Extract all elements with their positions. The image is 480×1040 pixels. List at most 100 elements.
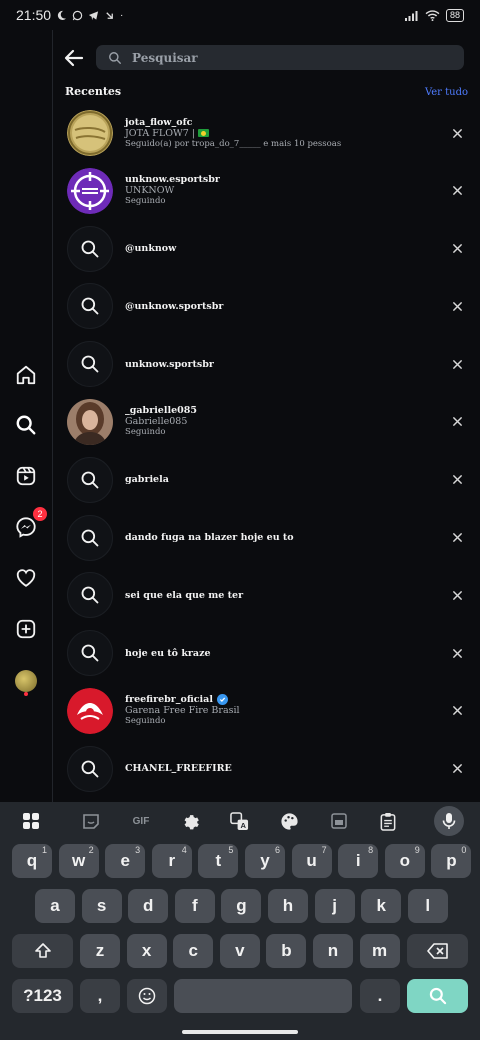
- one-hand-icon[interactable]: [328, 810, 350, 832]
- theme-palette-icon[interactable]: [278, 810, 300, 832]
- recent-account-row[interactable]: unknow.esportsbr UNKNOW Seguindo: [52, 163, 480, 221]
- remove-x-icon[interactable]: [450, 704, 464, 718]
- account-avatar[interactable]: [67, 167, 113, 214]
- gesture-home-bar[interactable]: [182, 1030, 298, 1034]
- recent-search-row[interactable]: @unknow.sportsbr: [52, 278, 480, 336]
- account-username: _gabrielle085: [125, 405, 197, 417]
- key-m[interactable]: m: [359, 934, 400, 968]
- recent-search-row[interactable]: CHANEL_FREEFIRE: [52, 741, 480, 799]
- search-text: sei que ela que me ter: [125, 567, 243, 623]
- recent-search-row[interactable]: sei que ela que me ter: [52, 567, 480, 625]
- shift-key[interactable]: [12, 934, 73, 968]
- account-username-line: jota_flow_ofc: [125, 117, 341, 128]
- remove-x-icon[interactable]: [450, 357, 464, 371]
- key-j[interactable]: j: [314, 889, 355, 923]
- create-icon[interactable]: [13, 616, 39, 642]
- account-avatar[interactable]: [67, 110, 113, 156]
- recent-account-row[interactable]: _gabrielle085 Gabrielle085 Seguindo: [52, 394, 480, 452]
- key-u[interactable]: u7: [291, 844, 332, 878]
- search-field-icon: [109, 51, 121, 64]
- status-right: 88: [404, 8, 464, 22]
- key-d[interactable]: d: [128, 889, 169, 923]
- search-go-key[interactable]: [407, 979, 468, 1013]
- remove-x-icon[interactable]: [450, 415, 464, 429]
- messages-badge: 2: [33, 507, 47, 521]
- reels-icon[interactable]: [13, 463, 39, 489]
- symbols-key[interactable]: ?123: [12, 979, 73, 1013]
- recent-search-row[interactable]: unknow.sportsbr: [52, 336, 480, 394]
- key-k[interactable]: k: [361, 889, 402, 923]
- key-a[interactable]: a: [35, 889, 75, 923]
- comma-key[interactable]: ,: [80, 979, 120, 1013]
- remove-x-icon[interactable]: [450, 242, 464, 256]
- recent-search-row[interactable]: gabriela: [52, 452, 480, 510]
- key-z[interactable]: z: [80, 934, 120, 968]
- gif-button[interactable]: GIF: [130, 810, 152, 832]
- key-b[interactable]: b: [266, 934, 307, 968]
- settings-gear-icon[interactable]: [179, 810, 201, 832]
- remove-x-icon[interactable]: [450, 473, 464, 487]
- translate-icon[interactable]: A: [228, 810, 250, 832]
- remove-x-icon[interactable]: [450, 588, 464, 602]
- recent-search-row[interactable]: dando fuga na blazer hoje eu to: [52, 510, 480, 568]
- see-all-link[interactable]: Ver tudo: [425, 87, 468, 98]
- mic-icon[interactable]: [434, 806, 464, 836]
- key-t[interactable]: t5: [198, 844, 239, 878]
- backspace-key[interactable]: [407, 934, 468, 968]
- account-username: freefirebr_oficial: [125, 694, 213, 706]
- key-y[interactable]: y6: [245, 844, 285, 878]
- key-l[interactable]: l: [407, 889, 448, 923]
- back-arrow-icon[interactable]: [62, 46, 86, 70]
- space-bar[interactable]: [174, 979, 352, 1013]
- key-o[interactable]: o9: [384, 844, 425, 878]
- profile-avatar[interactable]: [15, 670, 37, 692]
- sticker-icon[interactable]: [80, 810, 102, 832]
- clipboard-icon[interactable]: [377, 810, 399, 832]
- key-c[interactable]: c: [173, 934, 214, 968]
- period-key[interactable]: .: [360, 979, 400, 1013]
- search-term: CHANEL_FREEFIRE: [125, 763, 232, 775]
- key-e[interactable]: e3: [105, 844, 146, 878]
- emoji-key[interactable]: [127, 979, 167, 1013]
- remove-x-icon[interactable]: [450, 531, 464, 545]
- key-s[interactable]: s: [81, 889, 122, 923]
- search-nav-icon[interactable]: [13, 412, 39, 438]
- svg-text:A: A: [240, 821, 246, 830]
- brazil-flag-icon: [198, 129, 210, 137]
- key-g[interactable]: g: [221, 889, 262, 923]
- remove-x-icon[interactable]: [450, 184, 464, 198]
- key-v[interactable]: v: [219, 934, 260, 968]
- remove-x-icon[interactable]: [450, 299, 464, 313]
- key-i[interactable]: i8: [338, 844, 379, 878]
- key-p[interactable]: p0: [431, 844, 472, 878]
- messenger-icon[interactable]: 2: [13, 507, 47, 540]
- account-detail: Seguindo: [125, 716, 166, 727]
- key-label: n: [327, 941, 339, 960]
- key-n[interactable]: n: [313, 934, 353, 968]
- remove-x-icon[interactable]: [450, 762, 464, 776]
- search-input[interactable]: Pesquisar: [96, 45, 464, 70]
- heart-icon[interactable]: [13, 565, 39, 591]
- key-label: x: [141, 941, 152, 960]
- account-avatar[interactable]: [67, 687, 113, 734]
- remove-x-icon[interactable]: [450, 646, 464, 660]
- key-q[interactable]: q1: [12, 844, 52, 878]
- remove-x-icon[interactable]: [450, 126, 464, 140]
- key-label: h: [282, 896, 294, 915]
- key-x[interactable]: x: [126, 934, 167, 968]
- recent-search-row[interactable]: hoje eu tô kraze: [52, 625, 480, 683]
- search-text: dando fuga na blazer hoje eu to: [125, 510, 294, 566]
- apps-grid-icon[interactable]: [20, 810, 42, 832]
- recent-account-row[interactable]: freefirebr_oficial Garena Free Fire Bras…: [52, 683, 480, 741]
- account-username: unknow.esportsbr: [125, 174, 220, 186]
- key-f[interactable]: f: [174, 889, 215, 923]
- recent-account-row[interactable]: jota_flow_ofc JOTA FLOW7 | Seguido(a) po…: [52, 105, 480, 163]
- key-hint: 2: [88, 845, 94, 855]
- key-r[interactable]: r4: [151, 844, 192, 878]
- search-header: Pesquisar: [52, 42, 480, 74]
- key-w[interactable]: w2: [58, 844, 99, 878]
- key-h[interactable]: h: [268, 889, 308, 923]
- account-avatar[interactable]: [67, 398, 113, 445]
- home-icon[interactable]: [13, 362, 39, 388]
- recent-search-row[interactable]: @unknow: [52, 221, 480, 279]
